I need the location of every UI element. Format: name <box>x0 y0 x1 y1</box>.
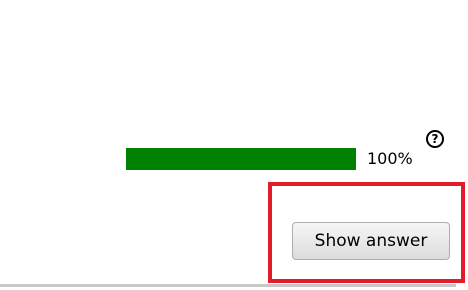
progress-bar-fill <box>126 148 356 170</box>
show-answer-button[interactable]: Show answer <box>292 222 450 260</box>
progress-bar <box>126 148 356 170</box>
progress-percentage: 100% <box>367 149 413 168</box>
question-footer: 100% ? Show answer <box>0 0 468 290</box>
question-help-icon[interactable]: ? <box>426 130 444 148</box>
bottom-divider <box>0 284 456 287</box>
